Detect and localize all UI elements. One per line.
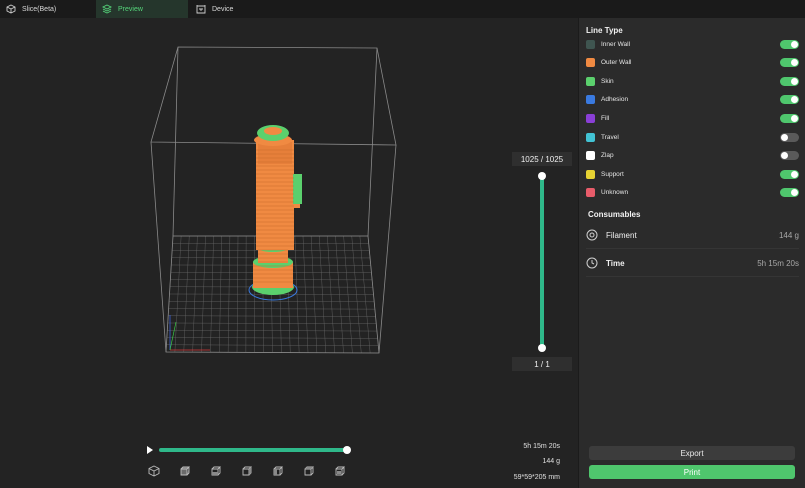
print-time-stat: 5h 15m 20s bbox=[523, 443, 560, 450]
bottom-view-icon[interactable] bbox=[334, 465, 346, 477]
line-type-swatch bbox=[586, 188, 595, 198]
filament-value: 144 g bbox=[778, 230, 799, 240]
line-type-toggle[interactable] bbox=[780, 58, 799, 68]
clock-icon bbox=[586, 257, 598, 269]
line-type-toggle[interactable] bbox=[780, 151, 799, 161]
line-type-swatch bbox=[586, 76, 595, 86]
line-type-toggle[interactable] bbox=[780, 188, 799, 198]
layer-slider-track[interactable] bbox=[540, 176, 544, 348]
preview-viewport[interactable] bbox=[0, 18, 578, 488]
line-type-label: Travel bbox=[601, 133, 619, 141]
toggle-knob bbox=[791, 77, 798, 85]
grid-line bbox=[169, 301, 375, 303]
layer-slider-bottom-handle[interactable] bbox=[538, 344, 546, 352]
top-tab-bar: Slice(Beta) Preview Device bbox=[0, 0, 805, 18]
line-type-swatch bbox=[586, 132, 595, 142]
iso-view-icon[interactable] bbox=[148, 465, 160, 477]
view-toolbar bbox=[148, 465, 346, 477]
line-type-row: Travel bbox=[586, 129, 799, 145]
filament-spool-icon bbox=[586, 229, 598, 241]
front-view-icon[interactable] bbox=[179, 465, 191, 477]
layer-top-value[interactable]: 1025 / 1025 bbox=[512, 152, 572, 166]
toggle-knob bbox=[791, 96, 798, 104]
toggle-knob bbox=[791, 189, 798, 197]
right-view-icon[interactable] bbox=[272, 465, 284, 477]
time-value: 5h 15m 20s bbox=[757, 258, 799, 268]
print-button[interactable]: Print bbox=[589, 465, 795, 479]
tab-slice[interactable]: Slice(Beta) bbox=[6, 0, 94, 18]
build-volume-scene[interactable] bbox=[0, 18, 578, 488]
line-type-row: Inner Wall bbox=[586, 36, 799, 52]
line-type-row: Outer Wall bbox=[586, 55, 799, 71]
line-type-row: Skin bbox=[586, 73, 799, 89]
tab-preview-label: Preview bbox=[118, 5, 143, 13]
line-type-label: Adhesion bbox=[601, 96, 629, 104]
printer-icon bbox=[196, 5, 206, 14]
line-type-row: Unknown bbox=[586, 185, 799, 201]
toggle-knob bbox=[791, 114, 798, 122]
cube-icon bbox=[6, 4, 16, 14]
filament-label: Filament bbox=[606, 230, 637, 240]
line-type-label: Fill bbox=[601, 114, 610, 122]
line-type-toggle[interactable] bbox=[780, 76, 799, 86]
layer-slider-top-handle[interactable] bbox=[538, 172, 546, 180]
layers-icon bbox=[102, 4, 112, 14]
playback-handle[interactable] bbox=[343, 446, 351, 454]
top-view-icon[interactable] bbox=[303, 465, 315, 477]
toggle-knob bbox=[791, 59, 798, 67]
tab-preview[interactable]: Preview bbox=[96, 0, 188, 18]
export-button[interactable]: Export bbox=[589, 446, 795, 460]
line-type-swatch bbox=[586, 113, 595, 123]
line-type-swatch bbox=[586, 95, 595, 105]
left-view-icon[interactable] bbox=[241, 465, 253, 477]
line-type-swatch bbox=[586, 151, 595, 161]
line-type-label: Outer Wall bbox=[601, 59, 632, 67]
line-type-swatch bbox=[586, 39, 595, 49]
tab-slice-label: Slice(Beta) bbox=[22, 5, 57, 13]
line-type-swatch bbox=[586, 58, 595, 68]
consumables-title: Consumables bbox=[588, 210, 641, 219]
settings-panel: Line Type Inner Wall Outer Wall Skin Adhesi… bbox=[578, 18, 805, 488]
toggle-knob bbox=[781, 152, 788, 160]
filament-weight-stat: 144 g bbox=[542, 458, 560, 465]
tab-device[interactable]: Device bbox=[196, 0, 276, 18]
toggle-knob bbox=[791, 40, 798, 48]
tab-device-label: Device bbox=[212, 5, 234, 13]
time-row: Time 5h 15m 20s bbox=[586, 250, 799, 277]
toggle-knob bbox=[791, 170, 798, 178]
line-type-label: Skin bbox=[601, 77, 614, 85]
line-type-swatch bbox=[586, 169, 595, 179]
playback-track[interactable] bbox=[159, 448, 347, 452]
filament-row: Filament 144 g bbox=[586, 222, 799, 249]
line-type-label: Support bbox=[601, 170, 624, 178]
line-type-toggle[interactable] bbox=[780, 95, 799, 105]
line-type-label: Zlap bbox=[601, 152, 614, 160]
line-type-row: Support bbox=[586, 166, 799, 182]
line-type-toggle[interactable] bbox=[780, 113, 799, 123]
line-type-label: Inner Wall bbox=[601, 40, 631, 48]
line-type-title: Line Type bbox=[586, 26, 623, 35]
sliced-model bbox=[248, 125, 302, 301]
model-size-stat: 59*59*205 mm bbox=[513, 474, 560, 481]
line-type-toggle[interactable] bbox=[780, 132, 799, 142]
toggle-knob bbox=[781, 133, 788, 141]
line-type-toggle[interactable] bbox=[780, 169, 799, 179]
line-type-label: Unknown bbox=[601, 189, 629, 197]
line-type-row: Fill bbox=[586, 110, 799, 126]
line-type-toggle[interactable] bbox=[780, 39, 799, 49]
layer-bottom-value[interactable]: 1 / 1 bbox=[512, 357, 572, 371]
line-type-row: Adhesion bbox=[586, 92, 799, 108]
time-label: Time bbox=[606, 258, 625, 268]
line-type-row: Zlap bbox=[586, 148, 799, 164]
play-icon[interactable] bbox=[147, 446, 153, 454]
back-view-icon[interactable] bbox=[210, 465, 222, 477]
